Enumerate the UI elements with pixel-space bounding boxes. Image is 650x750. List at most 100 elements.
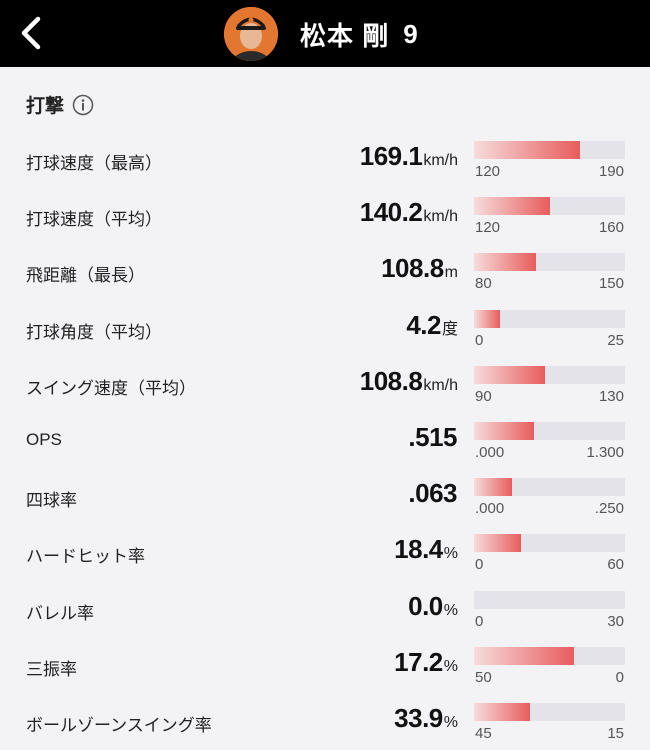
stat-bar xyxy=(474,253,625,272)
stat-bar xyxy=(474,422,625,440)
stat-number: 108.8 xyxy=(381,253,444,284)
top-bar: 松本 剛 9 xyxy=(0,0,650,67)
stat-bar-max: 0 xyxy=(615,668,624,686)
stat-bar xyxy=(474,141,625,159)
stat-row: 打球速度（最高） 169.1km/h 120 190 xyxy=(0,129,650,185)
stat-label: スイング速度（平均） xyxy=(26,378,196,398)
stat-bar-fill xyxy=(474,703,530,721)
stat-row: 打球角度（平均） 4.2度 0 25 xyxy=(0,298,650,354)
stat-bar-min: 0 xyxy=(475,556,484,574)
stat-bar-max: 190 xyxy=(598,163,624,180)
stat-value: 18.4% xyxy=(394,534,458,565)
stat-number: .063 xyxy=(408,478,457,509)
avatar[interactable] xyxy=(224,7,278,61)
stat-bar-min: .000 xyxy=(475,500,505,518)
stat-bar-min: 0 xyxy=(475,331,484,349)
stat-bar-min: 120 xyxy=(475,219,501,237)
stat-bar-fill xyxy=(474,141,580,159)
stat-bar xyxy=(474,309,625,328)
stat-bar-fill xyxy=(474,534,521,553)
stat-bar-max: 130 xyxy=(598,387,624,405)
stat-bar-max: 25 xyxy=(607,331,624,349)
section-header: 打撃 xyxy=(26,91,94,118)
stat-bar-fill xyxy=(474,253,536,272)
stat-number: 108.8 xyxy=(359,365,423,396)
stat-value: 0.0% xyxy=(408,591,458,622)
stat-number: .515 xyxy=(408,422,457,452)
section-title: 打撃 xyxy=(26,96,65,117)
stat-label: 打球速度（最高） xyxy=(26,154,162,173)
stat-bar-fill xyxy=(474,197,550,216)
stat-unit: % xyxy=(443,714,458,731)
stat-value: .063 xyxy=(408,478,458,509)
stat-row: ハードヒット率 18.4% 0 60 xyxy=(0,522,650,578)
stat-value: 108.8m xyxy=(381,253,458,284)
stat-bar-fill xyxy=(474,365,545,384)
stat-number: 0.0 xyxy=(408,590,443,621)
stat-bar-min: 45 xyxy=(475,725,492,742)
stat-row: スイング速度（平均） 108.8km/h 90 130 xyxy=(0,354,650,410)
stat-unit: km/h xyxy=(423,376,458,394)
stat-label: ボールゾーンスイング率 xyxy=(26,716,212,735)
stat-bar-fill xyxy=(474,478,512,497)
stat-row: 飛距離（最長） 108.8m 80 150 xyxy=(0,241,650,297)
stat-unit: m xyxy=(444,264,458,282)
stat-number: 17.2 xyxy=(394,646,443,677)
stat-label: 打球速度（平均） xyxy=(26,210,162,230)
stat-bar-fill xyxy=(474,309,500,328)
stat-label: 三振率 xyxy=(26,659,77,679)
stat-label: バレル率 xyxy=(26,603,94,623)
info-icon[interactable] xyxy=(72,94,94,116)
player-name: 松本 剛 xyxy=(300,20,390,51)
stat-label: 打球角度（平均） xyxy=(26,322,162,342)
stat-bar-min: 50 xyxy=(475,668,492,686)
stat-bar-max: 30 xyxy=(607,612,624,630)
stat-bar-min: 120 xyxy=(475,163,501,180)
stat-bar-max: 60 xyxy=(607,556,624,574)
stat-label: OPS xyxy=(26,430,62,449)
stat-value: .515 xyxy=(408,422,458,453)
player-header: 松本 剛 9 xyxy=(224,6,418,62)
stat-bar-min: 0 xyxy=(475,612,484,630)
stat-bar xyxy=(474,646,625,665)
stat-label: 飛距離（最長） xyxy=(26,266,145,286)
stat-value: 140.2km/h xyxy=(360,197,458,228)
stat-bar xyxy=(474,197,625,216)
stat-row: OPS .515 .000 1.300 xyxy=(0,410,650,466)
stat-row: ボールゾーンスイング率 33.9% 45 15 xyxy=(0,691,650,747)
stat-label: ハードヒット率 xyxy=(26,547,145,567)
stat-bar xyxy=(474,534,625,553)
stat-bar-max: 15 xyxy=(607,725,624,742)
stat-unit: % xyxy=(443,545,458,563)
stat-bar-min: 80 xyxy=(475,275,492,293)
stat-bar xyxy=(474,478,625,497)
stat-bar xyxy=(474,703,625,721)
stat-unit: 度 xyxy=(441,320,458,338)
stat-number: 33.9 xyxy=(394,703,443,733)
stat-bar-max: .250 xyxy=(594,500,624,518)
stat-row: 三振率 17.2% 50 0 xyxy=(0,635,650,691)
stat-value: 108.8km/h xyxy=(360,366,458,397)
stat-number: 4.2 xyxy=(406,309,441,340)
stat-bar-fill xyxy=(474,422,535,440)
stat-unit: % xyxy=(443,657,458,675)
stat-bar-fill xyxy=(474,646,574,665)
stat-row: 打球速度（平均） 140.2km/h 120 160 xyxy=(0,185,650,241)
stat-number: 140.2 xyxy=(359,197,423,228)
stats-panel: 打撃 打球速度（最高） 169.1km/h 120 190 打球速度（平均） 140.2k… xyxy=(0,67,650,750)
stat-bar-min: .000 xyxy=(475,444,505,461)
player-number: 9 xyxy=(403,18,418,49)
stat-bar-max: 160 xyxy=(598,219,624,237)
stat-value: 33.9% xyxy=(394,703,458,734)
stat-number: 169.1 xyxy=(359,141,423,171)
stat-value: 169.1km/h xyxy=(360,141,458,172)
stat-value: 4.2度 xyxy=(406,310,458,341)
stat-value: 17.2% xyxy=(394,647,458,678)
stat-unit: % xyxy=(443,601,458,619)
stat-bar xyxy=(474,365,625,384)
back-button[interactable] xyxy=(14,13,50,53)
chevron-left-icon xyxy=(21,16,41,50)
stat-bar xyxy=(474,590,625,609)
stat-label: 四球率 xyxy=(26,491,77,511)
stat-number: 18.4 xyxy=(394,534,443,565)
